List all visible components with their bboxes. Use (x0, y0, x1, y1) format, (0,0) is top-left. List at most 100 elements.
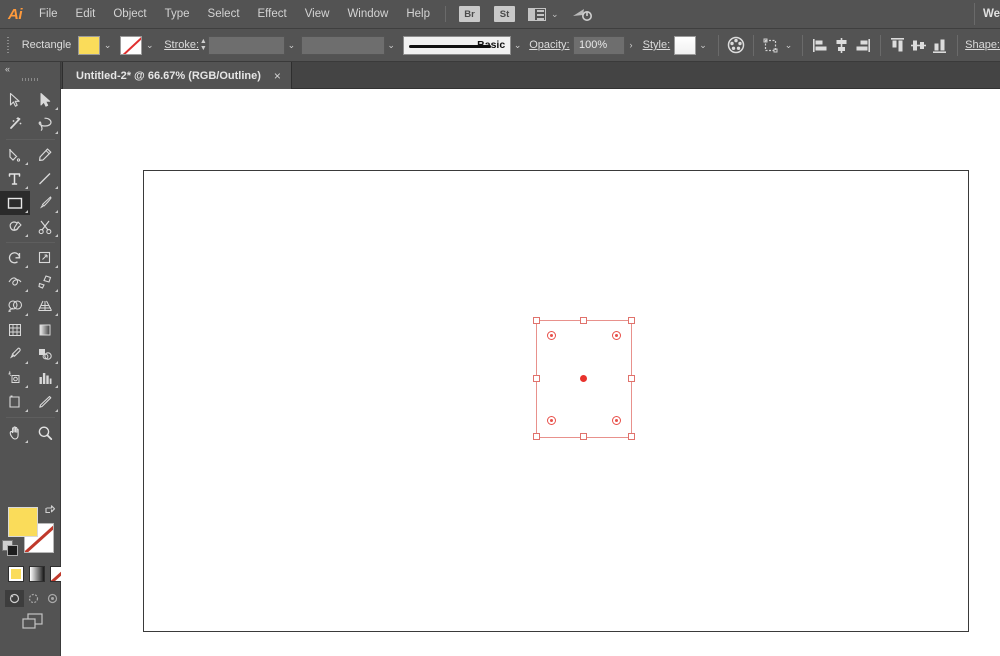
eyedropper-tool[interactable] (0, 342, 30, 366)
stroke-weight-chevron-down-icon[interactable]: ⌄ (285, 36, 298, 55)
scale-tool[interactable] (30, 246, 60, 270)
document-tab[interactable]: Untitled-2* @ 66.67% (RGB/Outline) × (62, 62, 292, 89)
free-transform-tool[interactable] (30, 270, 60, 294)
paintbrush-tool[interactable] (30, 191, 60, 215)
menu-item-view[interactable]: View (296, 0, 339, 29)
stroke-profile-chevron-down-icon[interactable]: ⌄ (385, 36, 398, 55)
handle-bottom-center[interactable] (580, 433, 587, 440)
bridge-button[interactable]: Br (459, 6, 480, 22)
cloud-sync-icon[interactable] (571, 6, 593, 22)
menu-item-file[interactable]: File (30, 0, 67, 29)
rotate-tool[interactable] (0, 246, 30, 270)
stroke-weight-stepper[interactable]: ▲ ▼ (199, 36, 208, 55)
align-right-icon[interactable] (853, 34, 872, 56)
align-center-horizontal-icon[interactable] (832, 34, 851, 56)
stock-button[interactable]: St (494, 6, 515, 22)
symbol-sprayer-tool[interactable]: ⁕ (0, 366, 30, 390)
center-anchor-point[interactable] (580, 375, 587, 382)
direct-selection-tool[interactable] (30, 88, 60, 112)
artboard-tool[interactable] (0, 390, 30, 414)
slice-tool[interactable] (30, 390, 60, 414)
handle-middle-right[interactable] (628, 375, 635, 382)
handle-top-center[interactable] (580, 317, 587, 324)
style-label[interactable]: Style: (643, 39, 671, 51)
transform-chevron-down-icon[interactable]: ⌄ (782, 36, 795, 55)
align-top-icon[interactable] (889, 34, 908, 56)
pen-tool[interactable] (0, 143, 30, 167)
fill-color-button[interactable]: ⌄ (78, 35, 115, 55)
fill-swatch[interactable] (78, 35, 101, 55)
selection-tool[interactable] (0, 88, 30, 112)
menu-item-help[interactable]: Help (397, 0, 439, 29)
type-tool[interactable] (0, 167, 30, 191)
handle-top-left[interactable] (533, 317, 540, 324)
magic-wand-tool[interactable] (0, 112, 30, 136)
recolor-artwork-icon[interactable] (726, 34, 745, 56)
selected-object[interactable] (533, 317, 635, 440)
opacity-label[interactable]: Opacity: (529, 39, 569, 51)
workspace-switcher[interactable]: We (975, 8, 1000, 20)
style-chevron-down-icon[interactable]: ⌄ (696, 36, 711, 55)
canvas-area[interactable] (61, 89, 1000, 656)
curvature-tool[interactable] (30, 143, 60, 167)
brush-definition-dropdown[interactable]: Basic (402, 35, 512, 55)
blend-tool[interactable] (30, 342, 60, 366)
align-left-icon[interactable] (811, 34, 830, 56)
menu-item-select[interactable]: Select (199, 0, 249, 29)
stroke-color-button[interactable]: ⌄ (120, 35, 157, 55)
color-mode-button[interactable] (8, 566, 24, 582)
width-tool[interactable] (0, 270, 30, 294)
handle-middle-left[interactable] (533, 375, 540, 382)
lasso-tool[interactable] (30, 112, 60, 136)
shape-builder-tool[interactable] (0, 294, 30, 318)
menu-item-edit[interactable]: Edit (67, 0, 105, 29)
draw-normal-icon[interactable] (5, 590, 24, 607)
corner-widget-bottom-left[interactable] (547, 416, 556, 425)
scissors-tool[interactable] (30, 215, 60, 239)
change-screen-mode-icon[interactable] (21, 612, 45, 632)
menu-item-type[interactable]: Type (156, 0, 199, 29)
draw-inside-icon[interactable] (43, 590, 62, 607)
rectangle-tool[interactable] (0, 191, 30, 215)
transform-icon[interactable] (762, 34, 781, 56)
menu-item-object[interactable]: Object (104, 0, 155, 29)
collapse-panel-icon[interactable]: « (5, 64, 10, 74)
shape-label[interactable]: Shape: (965, 39, 1000, 51)
corner-widget-top-right[interactable] (612, 331, 621, 340)
handle-bottom-left[interactable] (533, 433, 540, 440)
zoom-tool[interactable] (30, 421, 60, 445)
artboard[interactable] (143, 170, 969, 632)
tools-panel-grip[interactable] (22, 78, 40, 81)
gradient-tool[interactable] (30, 318, 60, 342)
graphic-style-button[interactable]: ⌄ (673, 35, 711, 55)
stroke-profile-dropdown[interactable] (301, 35, 385, 55)
handle-top-right[interactable] (628, 317, 635, 324)
stroke-chevron-down-icon[interactable]: ⌄ (142, 36, 157, 55)
swap-fill-stroke-icon[interactable] (44, 504, 56, 516)
brush-chevron-down-icon[interactable]: ⌄ (511, 36, 524, 55)
default-fill-stroke-icon[interactable] (2, 540, 18, 556)
align-bottom-icon[interactable] (930, 34, 949, 56)
gradient-mode-button[interactable] (29, 566, 45, 582)
control-bar-grip[interactable] (4, 34, 12, 56)
stroke-weight-label[interactable]: Stroke: (164, 39, 199, 51)
corner-widget-top-left[interactable] (547, 331, 556, 340)
line-segment-tool[interactable] (30, 167, 60, 191)
fill-chevron-down-icon[interactable]: ⌄ (100, 36, 115, 55)
align-center-vertical-icon[interactable] (909, 34, 928, 56)
corner-widget-bottom-right[interactable] (612, 416, 621, 425)
opacity-options-button[interactable]: › (625, 36, 638, 55)
toolbar-fill-swatch[interactable] (8, 507, 38, 537)
mesh-tool[interactable] (0, 318, 30, 342)
stroke-weight-input[interactable] (207, 35, 285, 55)
column-graph-tool[interactable] (30, 366, 60, 390)
opacity-input[interactable]: 100% (573, 35, 625, 55)
menu-item-window[interactable]: Window (338, 0, 397, 29)
menu-item-effect[interactable]: Effect (249, 0, 296, 29)
hand-tool[interactable] (0, 421, 30, 445)
arrange-documents-button[interactable]: ⌄ (528, 7, 559, 21)
draw-behind-icon[interactable] (24, 590, 43, 607)
handle-bottom-right[interactable] (628, 433, 635, 440)
graphic-style-swatch[interactable] (673, 35, 696, 55)
close-icon[interactable]: × (274, 69, 281, 83)
